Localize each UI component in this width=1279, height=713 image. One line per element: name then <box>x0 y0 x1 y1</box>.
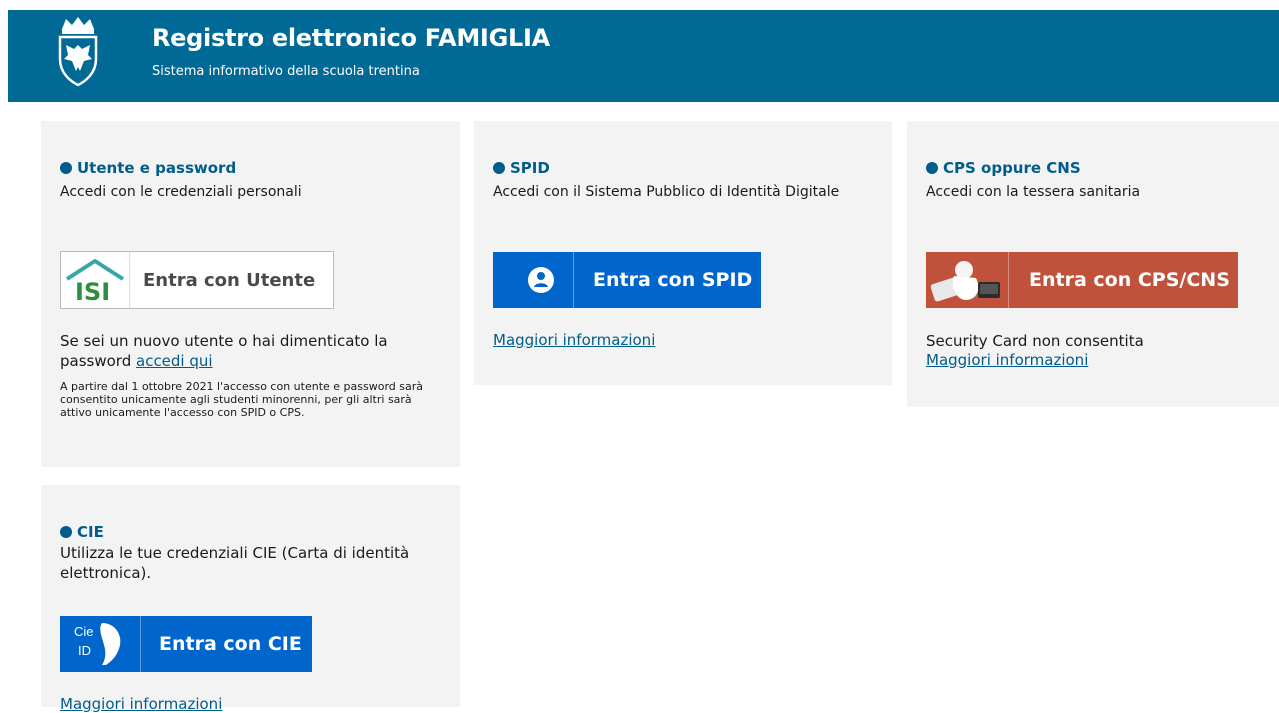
cps-security-note: Security Card non consentita <box>926 332 1144 350</box>
bullet-icon <box>60 162 72 174</box>
entra-con-cps-button[interactable]: Entra con CPS/CNS <box>926 252 1238 308</box>
entra-con-utente-button[interactable]: ISI Entra con Utente <box>60 251 334 309</box>
accedi-qui-link[interactable]: accedi qui <box>136 352 213 370</box>
utente-logo-divider <box>129 252 130 308</box>
entra-con-cps-label: Entra con CPS/CNS <box>1029 269 1230 291</box>
cps-info-link[interactable]: Maggiori informazioni <box>926 351 1088 369</box>
cie-info-link[interactable]: Maggiori informazioni <box>60 695 222 713</box>
card-cie-heading: CIE <box>60 523 104 541</box>
card-cps: CPS oppure CNS Accedi con la tessera san… <box>907 121 1279 407</box>
cie-logo-text-bottom: ID <box>78 643 91 658</box>
card-utente-description: Accedi con le credenziali personali <box>60 184 302 200</box>
entra-con-cie-label: Entra con CIE <box>159 633 302 655</box>
card-cie-description: Utilizza le tue credenziali CIE (Carta d… <box>60 544 410 582</box>
card-cps-description: Accedi con la tessera sanitaria <box>926 184 1141 200</box>
card-utente: Utente e password Accedi con le credenzi… <box>41 121 460 467</box>
new-user-text-block: Se sei un nuovo utente o hai dimenticato… <box>60 331 430 371</box>
isi-logo-icon: ISI <box>65 259 125 303</box>
cie-divider <box>140 616 141 672</box>
card-utente-heading: Utente e password <box>60 159 236 177</box>
spid-info-link[interactable]: Maggiori informazioni <box>493 331 655 349</box>
cie-logo-icon: Cie ID <box>72 621 124 667</box>
entra-con-spid-label: Entra con SPID <box>593 269 753 291</box>
card-cps-heading: CPS oppure CNS <box>926 159 1081 177</box>
card-cie: CIE Utilizza le tue credenziali CIE (Car… <box>41 485 460 713</box>
app-title: Registro elettronico FAMIGLIA <box>152 24 550 52</box>
bullet-icon <box>926 162 938 174</box>
utente-notice: A partire dal 1 ottobre 2021 l'accesso c… <box>60 380 423 419</box>
app-header: Registro elettronico FAMIGLIA Sistema in… <box>8 10 1279 102</box>
entra-con-utente-label: Entra con Utente <box>143 269 316 291</box>
spid-divider <box>573 252 574 308</box>
app-subtitle: Sistema informativo della scuola trentin… <box>152 64 420 79</box>
card-spid: SPID Accedi con il Sistema Pubblico di I… <box>474 121 892 385</box>
cie-logo-text-top: Cie <box>74 624 94 639</box>
smartcard-reader-icon <box>930 261 1000 302</box>
card-spid-description: Accedi con il Sistema Pubblico di Identi… <box>493 184 840 200</box>
svg-text:ISI: ISI <box>75 278 110 303</box>
entra-con-spid-button[interactable]: Entra con SPID <box>493 252 761 308</box>
bullet-icon <box>60 526 72 538</box>
new-user-text: Se sei un nuovo utente o hai dimenticato… <box>60 332 388 370</box>
bullet-icon <box>493 162 505 174</box>
spid-user-icon <box>528 267 554 293</box>
card-spid-heading: SPID <box>493 159 550 177</box>
entra-con-cie-button[interactable]: Cie ID Entra con CIE <box>60 616 312 672</box>
cps-divider <box>1008 252 1009 308</box>
trentino-crest-icon <box>58 17 98 87</box>
